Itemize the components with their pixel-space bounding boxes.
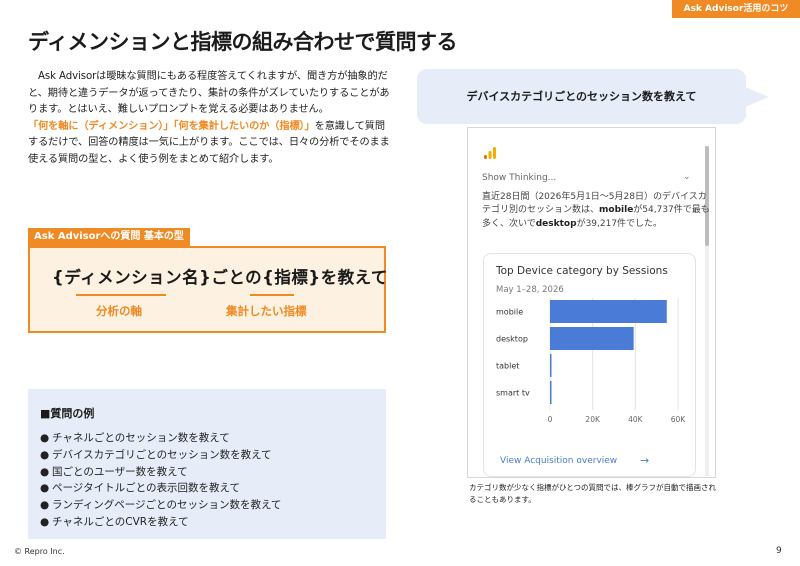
- dimension-underline: [76, 294, 166, 296]
- metric-caption: 集計したい指標: [226, 304, 307, 318]
- list-item-text: チャネルごとのセッション数を教えて: [52, 432, 230, 444]
- screenshot-caption: カテゴリ数が少なく指標がひとつの質問では、棒グラフが自動で描画されることもありま…: [469, 483, 716, 504]
- formula-text: {ディメンション名}ごとの{指標}を教えて: [52, 268, 388, 287]
- list-item-text: ランディングページごとのセッション数を教えて: [52, 499, 282, 512]
- examples-list: ● チャネルごとのセッション数を教えて ● デバイスカテゴリごとのセッション数を教え…: [40, 430, 386, 531]
- intro-paragraph: Ask Advisorは曖昧な質問にもある程度答えてくれますが、聞き方が抽象的だ…: [28, 71, 390, 116]
- bullet: ●: [40, 432, 50, 444]
- list-item: ● チャネルごとのセッション数を教えて: [40, 430, 386, 447]
- bullet: ●: [40, 465, 50, 478]
- x-tick-label: 20K: [585, 415, 601, 424]
- arrow-right-icon[interactable]: →: [640, 454, 649, 467]
- intro-highlight: 「何を軸に（ディメンション）」「何を集計したいのか（指標）」: [28, 120, 315, 132]
- metric-underline: [250, 294, 294, 296]
- category-label: tablet: [496, 362, 519, 371]
- advisor-screenshot: Show Thinking... ⌄ 直近28日間（2026年5月1日～5月28…: [467, 127, 716, 478]
- chart-title: Top Device category by Sessions: [496, 265, 668, 277]
- bullet: ●: [40, 448, 50, 461]
- intro-text: Ask Advisorは曖昧な質問にもある程度答えてくれますが、聞き方が抽象的だ…: [28, 69, 390, 169]
- chevron-down-icon[interactable]: ⌄: [683, 172, 691, 182]
- bar-smart-tv[interactable]: [550, 381, 552, 404]
- bullet: ●: [40, 482, 50, 495]
- list-item-text: チャネルごとのCVRを教えて: [52, 515, 189, 528]
- list-item: ● 国ごとのユーザー数を教えて: [40, 464, 386, 481]
- dimension-caption: 分析の軸: [96, 304, 142, 318]
- x-tick-label: 40K: [628, 415, 644, 424]
- list-item-text: デバイスカテゴリごとのセッション数を教えて: [52, 448, 272, 461]
- x-tick-label: 0: [548, 415, 553, 424]
- list-item-text: 国ごとのユーザー数を教えて: [52, 465, 188, 478]
- category-label: smart tv: [496, 389, 530, 398]
- answer-text: 直近28日間（2026年5月1日～5月28日）のデバイスカテゴリ別のセッション数…: [482, 191, 712, 231]
- bubble-tail: [745, 87, 769, 107]
- bar-chart: 0 20K 40K 60K mobile desktop tablet smart tv: [496, 298, 687, 424]
- list-item: ● チャネルごとのCVRを教えて: [40, 514, 386, 531]
- bullet: ●: [40, 515, 50, 528]
- analytics-logo-icon: [484, 147, 496, 159]
- answer-desktop: desktop: [535, 218, 577, 229]
- category-label: mobile: [496, 308, 523, 317]
- examples-heading: ■質問の例: [40, 407, 95, 420]
- list-item: ● ページタイトルごとの表示回数を教えて: [40, 480, 386, 497]
- acquisition-overview-link[interactable]: View Acquisition overview: [500, 456, 617, 466]
- list-item: ● ランディングページごとのセッション数を教えて: [40, 497, 386, 514]
- bullet: ●: [40, 499, 50, 512]
- bar-desktop[interactable]: [550, 327, 634, 350]
- formula-label: Ask Advisorへの質問 基本の型: [28, 228, 190, 246]
- show-thinking-toggle[interactable]: Show Thinking...: [482, 173, 556, 183]
- chart-card: Top Device category by Sessions May 1–28…: [483, 253, 696, 477]
- intro-paragraph-2: 「何を軸に（ディメンション）」「何を集計したいのか（指標）」を意識して質問するだ…: [28, 119, 390, 169]
- formula-box: {ディメンション名}ごとの{指標}を教えて 分析の軸 集計したい指標: [28, 246, 388, 333]
- list-item: ● デバイスカテゴリごとのセッション数を教えて: [40, 447, 386, 464]
- answer-mobile: mobile: [599, 205, 634, 216]
- section-tag: Ask Advisor活用のコツ: [672, 0, 800, 18]
- page-number: 9: [776, 546, 782, 556]
- list-item-text: ページタイトルごとの表示回数を教えて: [52, 482, 240, 495]
- examples-box: ■質問の例 ● チャネルごとのセッション数を教えて ● デバイスカテゴリごとのセッシ…: [28, 389, 386, 539]
- bar-tablet[interactable]: [550, 354, 552, 377]
- category-label: desktop: [496, 335, 528, 344]
- x-tick-label: 60K: [671, 415, 687, 424]
- prompt-bubble: デバイスカテゴリごとのセッション数を教えて: [417, 69, 746, 124]
- copyright: © Repro Inc.: [14, 547, 65, 556]
- answer-part-d: が39,217件でした。: [576, 218, 663, 229]
- page-title: ディメンションと指標の組み合わせで質問する: [28, 30, 458, 54]
- bar-mobile[interactable]: [550, 300, 667, 323]
